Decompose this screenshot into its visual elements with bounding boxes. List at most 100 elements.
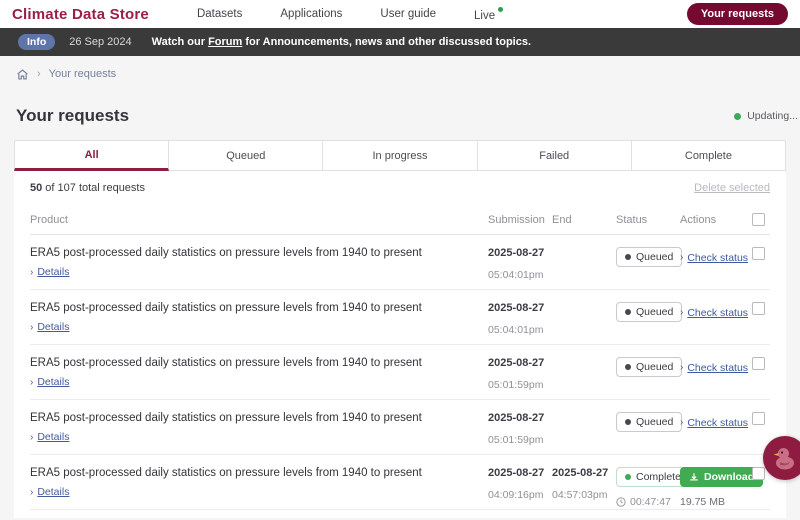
chevron-right-icon: › xyxy=(30,431,34,443)
main-nav: Datasets Applications User guide Live xyxy=(197,6,504,22)
end-date: 2025-08-27 xyxy=(552,467,609,479)
table-row: ERA5 post-processed daily statistics on … xyxy=(30,235,770,290)
submission-time: 04:09:16pm xyxy=(488,489,544,501)
nav-applications[interactable]: Applications xyxy=(280,8,342,20)
details-toggle[interactable]: › Details xyxy=(30,431,69,443)
submission-date: 2025-08-27 xyxy=(488,467,545,479)
breadcrumb-current[interactable]: Your requests xyxy=(49,68,116,80)
cds-logo[interactable]: Climate Data Store xyxy=(12,6,149,23)
details-toggle[interactable]: › Details xyxy=(30,486,69,498)
submission-date: 2025-08-27 xyxy=(488,412,545,424)
submission-time: 05:04:01pm xyxy=(488,269,544,281)
nav-user-guide[interactable]: User guide xyxy=(380,8,436,20)
duck-icon xyxy=(773,448,794,470)
requests-panel: 50 of 107 total requests Delete selected… xyxy=(14,171,786,518)
table-header: Product Submission End Status Actions xyxy=(30,205,770,235)
details-toggle[interactable]: › Details xyxy=(30,266,69,278)
status-dot-icon xyxy=(625,309,631,315)
request-count: 50 of 107 total requests xyxy=(30,182,145,194)
status-badge: Queued xyxy=(616,357,683,377)
clock-icon xyxy=(616,497,626,507)
status-dot-icon xyxy=(625,419,631,425)
check-status-link[interactable]: › Check status xyxy=(680,362,748,374)
status-dot-icon xyxy=(625,364,631,370)
col-actions: Actions xyxy=(680,213,717,226)
info-date: 26 Sep 2024 xyxy=(69,36,132,48)
status-dot-icon xyxy=(625,474,631,480)
product-title[interactable]: ERA5 post-processed daily statistics on … xyxy=(30,467,488,479)
submission-date: 2025-08-27 xyxy=(488,302,545,314)
updating-label: Updating... xyxy=(747,110,798,122)
delete-selected-link[interactable]: Delete selected xyxy=(694,182,770,194)
chevron-right-icon: › xyxy=(30,321,34,333)
breadcrumb-separator: › xyxy=(37,68,41,80)
end-time: 04:57:03pm xyxy=(552,489,608,501)
run-duration: 00:47:47 xyxy=(616,496,680,508)
details-toggle[interactable]: › Details xyxy=(30,321,69,333)
title-section: Your requests Updating... xyxy=(0,92,800,140)
forum-link[interactable]: Forum xyxy=(208,36,242,48)
submission-time: 05:04:01pm xyxy=(488,324,544,336)
live-status-dot xyxy=(498,6,504,12)
chevron-right-icon: › xyxy=(680,307,684,318)
submission-time: 05:01:59pm xyxy=(488,379,544,391)
nav-datasets[interactable]: Datasets xyxy=(197,8,242,20)
col-submission: Submission xyxy=(488,213,545,226)
tab-all[interactable]: All xyxy=(14,140,170,171)
request-filter-tabs: All Queued In progress Failed Complete xyxy=(14,140,787,171)
page-title: Your requests xyxy=(16,106,130,125)
product-title[interactable]: ERA5 post-processed daily statistics on … xyxy=(30,357,488,369)
download-icon xyxy=(690,473,698,481)
top-header: Climate Data Store Datasets Applications… xyxy=(0,0,800,28)
row-checkbox[interactable] xyxy=(752,412,765,425)
tab-in-progress[interactable]: In progress xyxy=(323,140,478,171)
col-product: Product xyxy=(30,213,68,226)
col-end: End xyxy=(552,213,572,226)
tab-failed[interactable]: Failed xyxy=(477,140,632,171)
table-row: ERA5 post-processed daily statistics on … xyxy=(30,345,770,400)
status-badge: Complete xyxy=(616,467,690,487)
row-checkbox[interactable] xyxy=(752,247,765,260)
updating-indicator: Updating... xyxy=(734,110,798,122)
status-badge: Queued xyxy=(616,302,683,322)
tab-queued[interactable]: Queued xyxy=(169,140,324,171)
chevron-right-icon: › xyxy=(680,417,684,428)
table-row: ERA5 post-processed daily statistics on … xyxy=(30,290,770,345)
submission-date: 2025-08-27 xyxy=(488,357,545,369)
chevron-right-icon: › xyxy=(30,376,34,388)
submission-time: 05:01:59pm xyxy=(488,434,544,446)
chevron-right-icon: › xyxy=(30,486,34,498)
breadcrumb: › Your requests xyxy=(0,56,800,92)
table-row: ERA5 post-processed daily statistics on … xyxy=(30,400,770,455)
duck-assistant-widget[interactable] xyxy=(763,436,800,480)
row-checkbox[interactable] xyxy=(752,357,765,370)
chevron-right-icon: › xyxy=(30,266,34,278)
col-status: Status xyxy=(616,213,648,226)
status-badge: Queued xyxy=(616,412,683,432)
product-title[interactable]: ERA5 post-processed daily statistics on … xyxy=(30,302,488,314)
home-icon[interactable] xyxy=(16,68,29,81)
tab-complete[interactable]: Complete xyxy=(631,140,787,171)
row-checkbox[interactable] xyxy=(752,467,765,480)
row-checkbox[interactable] xyxy=(752,302,765,315)
product-title[interactable]: ERA5 post-processed daily statistics on … xyxy=(30,247,488,259)
check-status-link[interactable]: › Check status xyxy=(680,307,748,319)
status-badge: Queued xyxy=(616,247,683,267)
check-status-link[interactable]: › Check status xyxy=(680,252,748,264)
table-row: ERA5 post-processed daily statistics on … xyxy=(30,455,770,510)
your-requests-button[interactable]: Your requests xyxy=(686,3,788,25)
product-title[interactable]: ERA5 post-processed daily statistics on … xyxy=(30,412,488,424)
file-size: 19.75 MB xyxy=(680,496,725,508)
details-toggle[interactable]: › Details xyxy=(30,376,69,388)
summary-row: 50 of 107 total requests Delete selected xyxy=(30,171,770,205)
chevron-right-icon: › xyxy=(680,252,684,263)
nav-live[interactable]: Live xyxy=(474,6,504,22)
check-status-link[interactable]: › Check status xyxy=(680,417,748,429)
chevron-right-icon: › xyxy=(680,362,684,373)
info-badge: Info xyxy=(18,34,56,50)
select-all-checkbox[interactable] xyxy=(752,213,765,226)
updating-dot-icon xyxy=(734,112,742,120)
info-banner: Info 26 Sep 2024 Watch our Forum for Ann… xyxy=(0,28,800,56)
download-button[interactable]: Download xyxy=(680,467,764,487)
info-message: Watch our Forum for Announcements, news … xyxy=(151,36,532,48)
